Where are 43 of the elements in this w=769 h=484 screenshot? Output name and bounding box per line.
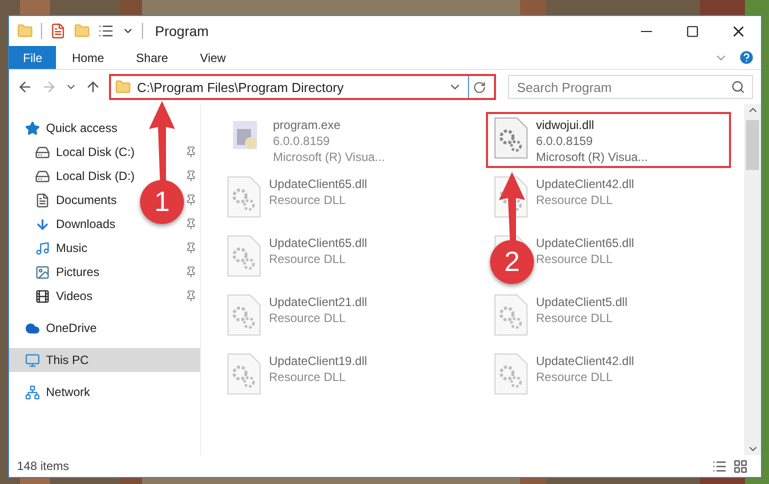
sidebar-item[interactable]: Videos	[9, 284, 100, 308]
file-detail: Resource DLL	[269, 192, 347, 208]
file-name: UpdateClient65.dll	[536, 235, 634, 251]
file-detail: Resource DLL	[536, 310, 614, 326]
item-count: 148 items	[17, 459, 70, 473]
file-detail: Resource DLL	[536, 369, 614, 385]
file-name: UpdateClient19.dll	[269, 353, 368, 369]
sidebar-item[interactable]: Pictures	[9, 260, 108, 284]
address-bar[interactable]: C:\Program Files\Program Directory	[109, 74, 496, 100]
file-name: UpdateClient65.dll	[269, 235, 368, 251]
file-detail: Resource DLL	[269, 310, 347, 326]
sidebar-item[interactable]: This PC	[9, 348, 200, 372]
file-detail: Microsoft (R) Visua...	[273, 149, 385, 165]
file-name: UpdateClient21.dll	[269, 294, 368, 310]
sidebar-item[interactable]: Music	[9, 236, 96, 260]
file-detail: 6.0.0.8159	[273, 133, 331, 149]
file-detail: Resource DLL	[269, 369, 347, 385]
sidebar-item[interactable]: Local Disk (D:)	[9, 164, 143, 188]
ribbon-tab[interactable]: File	[9, 46, 56, 69]
file-name: UpdateClient42.dll	[536, 353, 634, 369]
file-detail: Resource DLL	[269, 251, 347, 267]
file-name: UpdateClient65.dll	[269, 176, 368, 192]
window-title: Program	[155, 23, 209, 39]
file-detail: Microsoft (R) Visua...	[536, 149, 648, 165]
ribbon-tab[interactable]: View	[184, 46, 242, 69]
sidebar-item[interactable]: Network	[9, 380, 98, 404]
file-name: UpdateClient42.dll	[536, 176, 634, 192]
ribbon-tab[interactable]: Share	[120, 46, 184, 69]
sidebar-item[interactable]: Downloads	[9, 212, 124, 236]
search-field[interactable]: Search Program	[508, 75, 753, 99]
file-name: program.exe	[273, 117, 342, 133]
sidebar-item[interactable]: OneDrive	[9, 316, 105, 340]
file-detail: Resource DLL	[536, 251, 614, 267]
file-detail: 6.0.0.8159	[536, 133, 594, 149]
file-name: vidwojui.dll	[536, 117, 596, 133]
sidebar-item[interactable]: Documents	[9, 188, 125, 212]
file-item[interactable]: vidwojui.dll 6.0.0.8159 Microsoft (R) Visua...	[486, 112, 731, 168]
sidebar-item[interactable]: Local Disk (C:)	[9, 140, 143, 164]
file-name: UpdateClient5.dll	[536, 294, 628, 310]
address-path: C:\Program Files\Program Directory	[137, 80, 345, 94]
file-detail: Resource DLL	[536, 192, 614, 208]
ribbon-tab[interactable]: Home	[56, 46, 120, 69]
sidebar-item[interactable]: Quick access	[9, 116, 126, 140]
